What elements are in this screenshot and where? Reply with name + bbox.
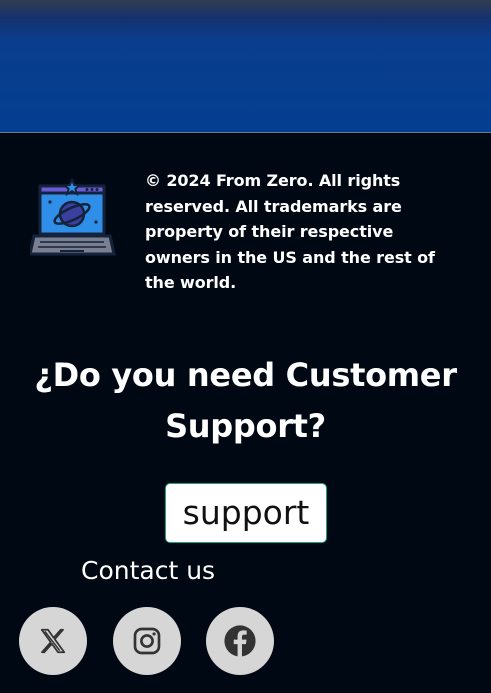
copyright-text: © 2024 From Zero. All rights reserved. A…	[145, 171, 435, 293]
facebook-icon	[224, 625, 256, 657]
customer-support-heading: ¿Do you need Customer Support?	[34, 356, 457, 445]
instagram-social-button[interactable]	[113, 607, 181, 675]
contact-us-link[interactable]: Contact us	[81, 553, 215, 589]
facebook-social-button[interactable]	[206, 607, 274, 675]
x-icon	[40, 628, 66, 654]
support-button[interactable]: support	[165, 483, 327, 543]
instagram-icon	[133, 627, 161, 655]
laptop-planet-icon	[28, 176, 116, 262]
page: © 2024 From Zero. All rights reserved. A…	[0, 0, 491, 693]
hero-band	[0, 0, 491, 132]
x-social-button[interactable]	[19, 607, 87, 675]
